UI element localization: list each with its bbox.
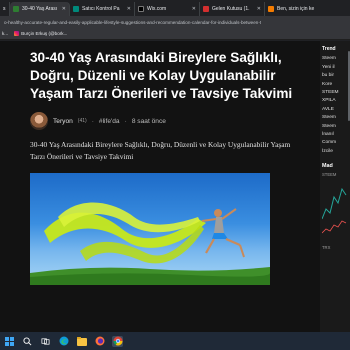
author-reputation: (41) <box>77 118 87 124</box>
tab-label: s <box>3 6 6 12</box>
instagram-icon <box>14 31 20 36</box>
url-text[interactable]: o-healthy-accurate-regular-and-easily-ap… <box>4 20 261 25</box>
trending-item[interactable]: İnanıl <box>322 131 348 139</box>
task-view-icon[interactable] <box>40 336 51 347</box>
market-sparkline <box>321 187 347 234</box>
taskbar <box>0 332 350 350</box>
trending-item[interactable]: XPILA <box>322 97 348 105</box>
trending-item[interactable]: Steem <box>322 55 348 63</box>
site-favicon-icon <box>73 6 79 12</box>
site-favicon-icon <box>13 6 19 12</box>
article-meta: Teryon (41) · #life'da · 8 saat önce <box>30 112 300 130</box>
bookmark-item[interactable]: k... <box>2 31 8 36</box>
file-explorer-icon[interactable] <box>76 336 87 347</box>
trending-item[interactable]: AVLE <box>322 106 348 114</box>
tab-active-article[interactable]: 30-40 Yaş Arası ✕ <box>10 2 70 16</box>
page-content: 30-40 Yaş Arasındaki Bireylere Sağlıklı,… <box>0 41 350 332</box>
tab-strip: s 30-40 Yaş Arası ✕ Satıcı Kontrol Pa ✕ … <box>0 0 350 16</box>
close-tab-icon[interactable]: ✕ <box>62 6 66 12</box>
close-tab-icon[interactable]: ✕ <box>257 6 261 12</box>
market-axis-label: STEEM <box>322 171 337 177</box>
tab-wix[interactable]: Wix.com ✕ <box>135 2 200 16</box>
bookmark-label: Burçin Erkuş (@bork... <box>21 31 68 36</box>
tab-label: Gelen Kutusu (1. <box>212 6 250 12</box>
article: 30-40 Yaş Arasındaki Bireylere Sağlıklı,… <box>30 49 300 285</box>
tab-0[interactable]: s <box>0 2 10 16</box>
edge-icon[interactable] <box>58 336 69 347</box>
trending-item[interactable]: Steem <box>322 123 348 131</box>
tab-satici-kontrol[interactable]: Satıcı Kontrol Pa ✕ <box>70 2 135 16</box>
tab-label: Satıcı Kontrol Pa <box>82 6 120 12</box>
firefox-icon[interactable] <box>94 336 105 347</box>
chrome-icon[interactable] <box>112 335 123 347</box>
author-name[interactable]: Teryon <box>53 118 73 125</box>
trending-item[interactable]: bu bir <box>322 72 348 80</box>
site-favicon-icon <box>268 6 274 12</box>
article-tag[interactable]: #life'da <box>99 118 120 125</box>
bookmark-item[interactable]: Burçin Erkuş (@bork... <box>14 31 67 36</box>
address-bar[interactable]: o-healthy-accurate-regular-and-easily-ap… <box>0 16 350 28</box>
market-widget-title: Mad <box>322 163 333 170</box>
trending-item[interactable]: STEEM <box>322 89 348 97</box>
trending-sidebar: Trend Steem Yeni il bu bir Kore STEEM XP… <box>320 41 350 332</box>
bookmark-label: k... <box>2 31 9 36</box>
gmail-favicon-icon <box>203 6 209 12</box>
article-time: 8 saat önce <box>131 117 166 125</box>
market-axis-label: TRX <box>322 244 331 250</box>
trending-item[interactable]: Steem <box>322 114 348 122</box>
tab-label: Ben, sizin için ke <box>277 6 315 12</box>
article-hero-image <box>30 173 270 285</box>
separator: · <box>91 117 94 125</box>
tab-fiverr[interactable]: Ben, sizin için ke <box>265 2 350 16</box>
tab-gmail[interactable]: Gelen Kutusu (1. ✕ <box>200 2 265 16</box>
article-title: 30-40 Yaş Arasındaki Bireylere Sağlıklı,… <box>30 50 293 101</box>
search-icon[interactable] <box>22 336 33 347</box>
close-tab-icon[interactable]: ✕ <box>127 6 131 12</box>
tab-label: 30-40 Yaş Arası <box>22 6 58 12</box>
sidebar-heading: Trend <box>322 46 336 52</box>
tab-label: Wix.com <box>147 6 167 12</box>
hero-illustration <box>30 202 270 285</box>
bookmarks-bar: k... Burçin Erkuş (@bork... <box>0 28 350 40</box>
close-tab-icon[interactable]: ✕ <box>192 6 196 12</box>
trending-item[interactable]: Comm <box>322 139 348 147</box>
separator: · <box>124 117 127 125</box>
author-avatar[interactable] <box>30 112 48 130</box>
wix-favicon-icon <box>138 6 144 12</box>
trending-item[interactable]: İzcile <box>322 148 348 156</box>
article-lead: 30-40 Yaş Arasındaki Bireylere Sağlıklı,… <box>30 140 291 161</box>
trending-item[interactable]: Kore <box>322 81 348 89</box>
trending-item[interactable]: Yeni il <box>322 64 348 72</box>
windows-start-icon[interactable] <box>4 336 15 347</box>
